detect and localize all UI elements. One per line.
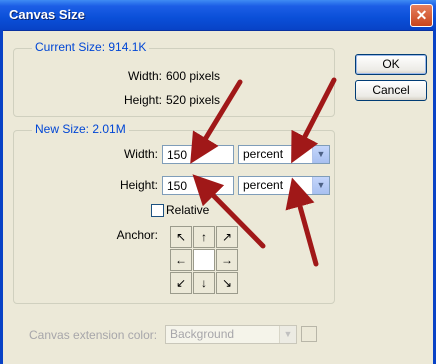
anchor-top-left-icon[interactable]: ↖ <box>170 226 192 248</box>
relative-label: Relative <box>166 203 210 217</box>
chevron-down-icon: ▼ <box>279 326 296 343</box>
chevron-down-icon[interactable]: ▼ <box>312 146 329 163</box>
chevron-down-icon[interactable]: ▼ <box>312 177 329 194</box>
anchor-top-right-icon[interactable]: ↗ <box>216 226 238 248</box>
anchor-left-icon[interactable]: ← <box>170 249 192 271</box>
ok-button[interactable]: OK <box>355 54 427 75</box>
current-height-label: Height: <box>123 93 162 107</box>
extension-color-select: Background ▼ <box>165 325 297 344</box>
anchor-label: Anchor: <box>116 228 158 242</box>
anchor-grid: ↖ ↑ ↗ ← → ↙ ↓ ↘ <box>170 226 238 294</box>
current-width-label: Width: <box>127 69 162 83</box>
anchor-bottom-right-icon[interactable]: ↘ <box>216 272 238 294</box>
height-input[interactable]: 150 <box>162 176 234 195</box>
new-width-label: Width: <box>123 147 158 161</box>
anchor-bottom-icon[interactable]: ↓ <box>193 272 215 294</box>
height-unit-value: percent <box>243 178 284 192</box>
new-height-label: Height: <box>119 178 158 192</box>
current-height-value: 520 pixels <box>166 93 221 107</box>
anchor-center[interactable] <box>193 249 215 271</box>
window-title: Canvas Size <box>9 7 85 22</box>
current-width-value: 600 pixels <box>166 69 221 83</box>
new-size-label: New Size: 2.01M <box>32 122 129 136</box>
width-unit-select[interactable]: percent ▼ <box>238 145 330 164</box>
extension-color-swatch <box>301 326 317 342</box>
height-unit-select[interactable]: percent ▼ <box>238 176 330 195</box>
anchor-top-icon[interactable]: ↑ <box>193 226 215 248</box>
title-bar: Canvas Size ✕ <box>0 0 436 31</box>
cancel-button[interactable]: Cancel <box>355 80 427 101</box>
width-input[interactable]: 150 <box>162 145 234 164</box>
anchor-bottom-left-icon[interactable]: ↙ <box>170 272 192 294</box>
window-frame-left <box>0 30 3 364</box>
close-button[interactable]: ✕ <box>410 4 433 27</box>
extension-color-value: Background <box>170 327 235 341</box>
current-size-label: Current Size: 914.1K <box>32 40 150 54</box>
relative-checkbox[interactable] <box>151 204 164 217</box>
extension-color-label: Canvas extension color: <box>29 328 158 342</box>
anchor-right-icon[interactable]: → <box>216 249 238 271</box>
width-unit-value: percent <box>243 147 284 161</box>
